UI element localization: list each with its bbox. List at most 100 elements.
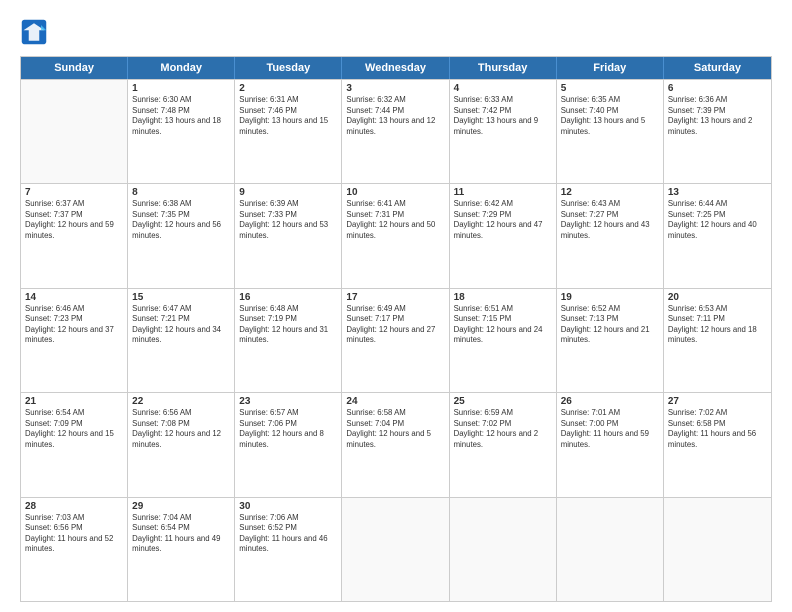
cell-info: Sunrise: 6:38 AM Sunset: 7:35 PM Dayligh…: [132, 199, 230, 241]
sunrise-label: Sunrise: 6:48 AM: [239, 304, 298, 313]
day-number: 10: [346, 187, 444, 198]
day-number: 22: [132, 396, 230, 407]
calendar-cell: 18 Sunrise: 6:51 AM Sunset: 7:15 PM Dayl…: [450, 289, 557, 392]
sunset-label: Sunset: 7:25 PM: [668, 210, 726, 219]
sunset-label: Sunset: 7:15 PM: [454, 314, 512, 323]
sunrise-label: Sunrise: 6:42 AM: [454, 199, 513, 208]
day-number: 21: [25, 396, 123, 407]
sunset-label: Sunset: 7:31 PM: [346, 210, 404, 219]
sunrise-label: Sunrise: 7:06 AM: [239, 513, 298, 522]
day-number: 23: [239, 396, 337, 407]
daylight-label: Daylight: 12 hours and 24 minutes.: [454, 325, 543, 345]
sunrise-label: Sunrise: 6:52 AM: [561, 304, 620, 313]
daylight-label: Daylight: 13 hours and 9 minutes.: [454, 116, 539, 136]
cell-info: Sunrise: 6:33 AM Sunset: 7:42 PM Dayligh…: [454, 95, 552, 137]
sunset-label: Sunset: 7:40 PM: [561, 106, 619, 115]
calendar-cell: 15 Sunrise: 6:47 AM Sunset: 7:21 PM Dayl…: [128, 289, 235, 392]
logo: [20, 18, 52, 46]
calendar-cell: 13 Sunrise: 6:44 AM Sunset: 7:25 PM Dayl…: [664, 184, 771, 287]
daylight-label: Daylight: 11 hours and 59 minutes.: [561, 429, 649, 449]
sunset-label: Sunset: 7:35 PM: [132, 210, 190, 219]
cell-info: Sunrise: 6:41 AM Sunset: 7:31 PM Dayligh…: [346, 199, 444, 241]
sunrise-label: Sunrise: 6:58 AM: [346, 408, 405, 417]
calendar-cell: 5 Sunrise: 6:35 AM Sunset: 7:40 PM Dayli…: [557, 80, 664, 183]
cell-info: Sunrise: 6:54 AM Sunset: 7:09 PM Dayligh…: [25, 408, 123, 450]
daylight-label: Daylight: 11 hours and 56 minutes.: [668, 429, 756, 449]
sunrise-label: Sunrise: 6:41 AM: [346, 199, 405, 208]
sunset-label: Sunset: 7:37 PM: [25, 210, 83, 219]
cell-info: Sunrise: 6:51 AM Sunset: 7:15 PM Dayligh…: [454, 304, 552, 346]
day-number: 6: [668, 83, 767, 94]
sunset-label: Sunset: 7:06 PM: [239, 419, 297, 428]
sunrise-label: Sunrise: 6:54 AM: [25, 408, 84, 417]
sunrise-label: Sunrise: 7:03 AM: [25, 513, 84, 522]
sunrise-label: Sunrise: 6:59 AM: [454, 408, 513, 417]
daylight-label: Daylight: 13 hours and 12 minutes.: [346, 116, 435, 136]
header-day-friday: Friday: [557, 57, 664, 79]
calendar-cell: 1 Sunrise: 6:30 AM Sunset: 7:48 PM Dayli…: [128, 80, 235, 183]
sunset-label: Sunset: 7:04 PM: [346, 419, 404, 428]
calendar-cell: 10 Sunrise: 6:41 AM Sunset: 7:31 PM Dayl…: [342, 184, 449, 287]
cell-info: Sunrise: 7:01 AM Sunset: 7:00 PM Dayligh…: [561, 408, 659, 450]
cell-info: Sunrise: 6:46 AM Sunset: 7:23 PM Dayligh…: [25, 304, 123, 346]
cell-info: Sunrise: 6:30 AM Sunset: 7:48 PM Dayligh…: [132, 95, 230, 137]
sunrise-label: Sunrise: 6:49 AM: [346, 304, 405, 313]
daylight-label: Daylight: 11 hours and 52 minutes.: [25, 534, 113, 554]
cell-info: Sunrise: 6:36 AM Sunset: 7:39 PM Dayligh…: [668, 95, 767, 137]
calendar-cell: 17 Sunrise: 6:49 AM Sunset: 7:17 PM Dayl…: [342, 289, 449, 392]
calendar-cell: 7 Sunrise: 6:37 AM Sunset: 7:37 PM Dayli…: [21, 184, 128, 287]
daylight-label: Daylight: 13 hours and 2 minutes.: [668, 116, 753, 136]
header-day-wednesday: Wednesday: [342, 57, 449, 79]
sunrise-label: Sunrise: 6:47 AM: [132, 304, 191, 313]
cell-info: Sunrise: 7:04 AM Sunset: 6:54 PM Dayligh…: [132, 513, 230, 555]
calendar-cell: [664, 498, 771, 601]
sunrise-label: Sunrise: 6:39 AM: [239, 199, 298, 208]
calendar: SundayMondayTuesdayWednesdayThursdayFrid…: [20, 56, 772, 602]
sunset-label: Sunset: 7:23 PM: [25, 314, 83, 323]
cell-info: Sunrise: 6:58 AM Sunset: 7:04 PM Dayligh…: [346, 408, 444, 450]
daylight-label: Daylight: 12 hours and 5 minutes.: [346, 429, 431, 449]
sunset-label: Sunset: 7:19 PM: [239, 314, 297, 323]
cell-info: Sunrise: 6:49 AM Sunset: 7:17 PM Dayligh…: [346, 304, 444, 346]
header-day-monday: Monday: [128, 57, 235, 79]
daylight-label: Daylight: 12 hours and 18 minutes.: [668, 325, 757, 345]
day-number: 27: [668, 396, 767, 407]
sunset-label: Sunset: 7:08 PM: [132, 419, 190, 428]
sunrise-label: Sunrise: 6:56 AM: [132, 408, 191, 417]
sunset-label: Sunset: 6:56 PM: [25, 523, 83, 532]
day-number: 30: [239, 501, 337, 512]
calendar-cell: [557, 498, 664, 601]
calendar-header: SundayMondayTuesdayWednesdayThursdayFrid…: [21, 57, 771, 79]
sunset-label: Sunset: 7:21 PM: [132, 314, 190, 323]
calendar-row-1: 1 Sunrise: 6:30 AM Sunset: 7:48 PM Dayli…: [21, 79, 771, 183]
calendar-cell: 3 Sunrise: 6:32 AM Sunset: 7:44 PM Dayli…: [342, 80, 449, 183]
day-number: 17: [346, 292, 444, 303]
day-number: 5: [561, 83, 659, 94]
sunset-label: Sunset: 7:42 PM: [454, 106, 512, 115]
cell-info: Sunrise: 6:39 AM Sunset: 7:33 PM Dayligh…: [239, 199, 337, 241]
day-number: 18: [454, 292, 552, 303]
cell-info: Sunrise: 6:53 AM Sunset: 7:11 PM Dayligh…: [668, 304, 767, 346]
sunset-label: Sunset: 6:54 PM: [132, 523, 190, 532]
calendar-cell: 21 Sunrise: 6:54 AM Sunset: 7:09 PM Dayl…: [21, 393, 128, 496]
daylight-label: Daylight: 12 hours and 43 minutes.: [561, 220, 650, 240]
sunrise-label: Sunrise: 6:53 AM: [668, 304, 727, 313]
sunrise-label: Sunrise: 6:32 AM: [346, 95, 405, 104]
calendar-cell: 16 Sunrise: 6:48 AM Sunset: 7:19 PM Dayl…: [235, 289, 342, 392]
calendar-cell: 25 Sunrise: 6:59 AM Sunset: 7:02 PM Dayl…: [450, 393, 557, 496]
header-day-thursday: Thursday: [450, 57, 557, 79]
daylight-label: Daylight: 12 hours and 15 minutes.: [25, 429, 114, 449]
cell-info: Sunrise: 6:52 AM Sunset: 7:13 PM Dayligh…: [561, 304, 659, 346]
calendar-cell: 19 Sunrise: 6:52 AM Sunset: 7:13 PM Dayl…: [557, 289, 664, 392]
calendar-cell: 6 Sunrise: 6:36 AM Sunset: 7:39 PM Dayli…: [664, 80, 771, 183]
sunrise-label: Sunrise: 6:35 AM: [561, 95, 620, 104]
daylight-label: Daylight: 12 hours and 34 minutes.: [132, 325, 221, 345]
sunrise-label: Sunrise: 6:51 AM: [454, 304, 513, 313]
header: [20, 18, 772, 46]
calendar-cell: 28 Sunrise: 7:03 AM Sunset: 6:56 PM Dayl…: [21, 498, 128, 601]
calendar-cell: [21, 80, 128, 183]
daylight-label: Daylight: 12 hours and 40 minutes.: [668, 220, 757, 240]
daylight-label: Daylight: 12 hours and 47 minutes.: [454, 220, 543, 240]
calendar-body: 1 Sunrise: 6:30 AM Sunset: 7:48 PM Dayli…: [21, 79, 771, 601]
daylight-label: Daylight: 13 hours and 18 minutes.: [132, 116, 221, 136]
